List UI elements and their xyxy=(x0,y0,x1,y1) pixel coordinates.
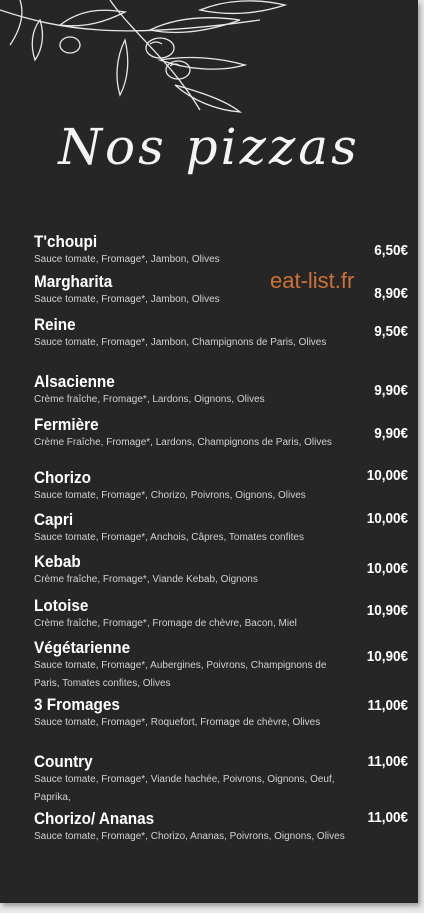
menu-item: Fermière Crème Fraîche, Fromage*, Lardon… xyxy=(34,415,374,452)
menu-item: Végétarienne Sauce tomate, Fromage*, Aub… xyxy=(34,638,374,693)
menu-item: Lotoise Crème fraîche, Fromage*, Fromage… xyxy=(34,596,374,633)
pizza-price: 10,90€ xyxy=(366,648,408,665)
pizza-description: Sauce tomate, Fromage*, Chorizo, Ananas,… xyxy=(34,831,345,842)
page-title: Nos pizzas xyxy=(58,118,360,176)
pizza-price: 8,90€ xyxy=(374,285,408,302)
pizza-description: Sauce tomate, Fromage*, Jambon, Olives xyxy=(34,294,220,305)
menu-item: 3 Fromages Sauce tomate, Fromage*, Roque… xyxy=(34,695,374,732)
pizza-price: 11,00€ xyxy=(367,809,408,826)
pizza-description: Crème fraîche, Fromage*, Fromage de chèv… xyxy=(34,618,297,629)
pizza-name: Country xyxy=(34,752,93,771)
menu-item: T'choupi Sauce tomate, Fromage*, Jambon,… xyxy=(34,232,374,269)
pizza-price: 10,90€ xyxy=(366,602,408,619)
pizza-description: Sauce tomate, Fromage*, Anchois, Câpres,… xyxy=(34,532,304,543)
pizza-name: Lotoise xyxy=(34,596,89,615)
pizza-description: Sauce tomate, Fromage*, Chorizo, Poivron… xyxy=(34,490,306,501)
pizza-description: Crème Fraîche, Fromage*, Lardons, Champi… xyxy=(34,437,332,448)
pizza-price: 9,50€ xyxy=(374,323,408,340)
pizza-price: 10,00€ xyxy=(366,467,408,484)
pizza-price: 9,90€ xyxy=(374,382,408,399)
menu-item: Alsacienne Crème fraîche, Fromage*, Lard… xyxy=(34,372,374,409)
pizza-price: 9,90€ xyxy=(374,425,408,442)
pizza-description: Sauce tomate, Fromage*, Viande hachée, P… xyxy=(34,774,335,803)
menu-card: Nos pizzas eat-list.fr T'choupi Sauce to… xyxy=(0,0,418,903)
pizza-description: Crème fraîche, Fromage*, Viande Kebab, O… xyxy=(34,574,258,585)
menu-item: Kebab Crème fraîche, Fromage*, Viande Ke… xyxy=(34,552,374,589)
pizza-price: 11,00€ xyxy=(367,753,408,770)
menu-item: Chorizo/ Ananas Sauce tomate, Fromage*, … xyxy=(34,809,374,846)
pizza-price: 6,50€ xyxy=(374,242,408,259)
pizza-description: Sauce tomate, Fromage*, Jambon, Olives xyxy=(34,254,220,265)
pizza-name: Kebab xyxy=(34,552,81,571)
pizza-description: Sauce tomate, Fromage*, Jambon, Champign… xyxy=(34,337,327,348)
menu-item: Capri Sauce tomate, Fromage*, Anchois, C… xyxy=(34,510,374,547)
menu-item: Chorizo Sauce tomate, Fromage*, Chorizo,… xyxy=(34,468,374,505)
pizza-name: Chorizo xyxy=(34,468,91,487)
pizza-name: Capri xyxy=(34,510,74,529)
pizza-name: Végétarienne xyxy=(34,638,131,657)
pizza-name: Chorizo/ Ananas xyxy=(34,809,155,828)
pizza-name: Alsacienne xyxy=(34,372,115,391)
pizza-name: 3 Fromages xyxy=(34,695,120,714)
olive-branch-illustration xyxy=(0,0,288,113)
pizza-description: Sauce tomate, Fromage*, Roquefort, Froma… xyxy=(34,717,321,728)
pizza-name: Fermière xyxy=(34,415,99,434)
pizza-name: Margharita xyxy=(34,272,113,291)
menu-item: Country Sauce tomate, Fromage*, Viande h… xyxy=(34,752,374,807)
pizza-price: 10,00€ xyxy=(366,510,408,527)
menu-item: Reine Sauce tomate, Fromage*, Jambon, Ch… xyxy=(34,315,374,352)
pizza-name: T'choupi xyxy=(34,232,98,251)
menu-item: Margharita Sauce tomate, Fromage*, Jambo… xyxy=(34,272,374,309)
pizza-price: 10,00€ xyxy=(366,560,408,577)
pizza-name: Reine xyxy=(34,315,76,334)
pizza-description: Crème fraîche, Fromage*, Lardons, Oignon… xyxy=(34,394,265,405)
pizza-price: 11,00€ xyxy=(367,697,408,714)
pizza-description: Sauce tomate, Fromage*, Aubergines, Poiv… xyxy=(34,660,327,689)
